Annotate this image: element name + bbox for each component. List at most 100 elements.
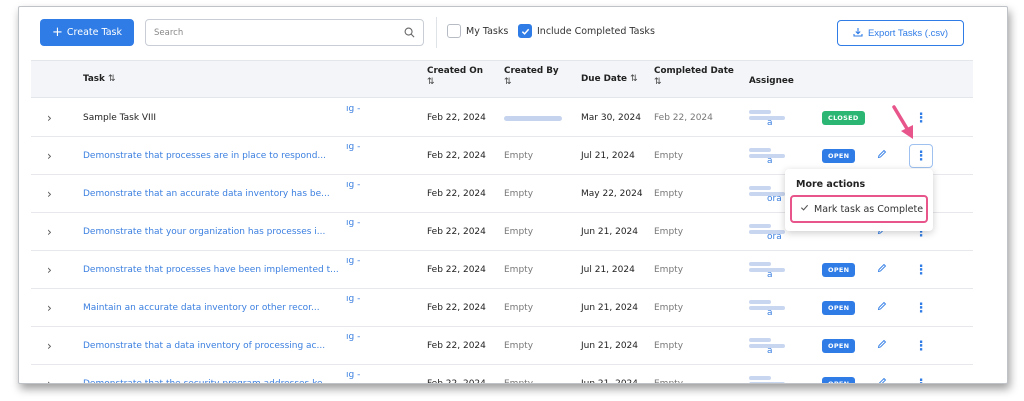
due-date-cell: Jul 21, 2024 [581, 265, 635, 275]
created-on-cell: Feb 22, 2024 [427, 265, 486, 275]
task-title-link[interactable]: Demonstrate that the security program ad… [83, 365, 338, 383]
due-date-cell: Jun 21, 2024 [581, 341, 639, 351]
create-task-button[interactable]: + Create Task [40, 19, 134, 46]
status-badge: CLOSED [822, 111, 865, 125]
table-row[interactable]: › Maintain an accurate data inventory or … [31, 289, 973, 327]
more-actions-menu: More actions Mark task as Complete [785, 169, 933, 231]
due-date-cell: Jun 21, 2024 [581, 227, 639, 237]
table-row[interactable]: › Demonstrate that the security program a… [31, 365, 973, 384]
edit-pencil-icon[interactable] [877, 149, 887, 162]
mark-complete-label: Mark task as Complete [814, 203, 924, 215]
plus-icon: + [52, 25, 63, 40]
task-title-link[interactable]: Demonstrate that processes have been imp… [83, 251, 338, 289]
expand-chevron-icon[interactable]: › [47, 251, 52, 289]
expand-chevron-icon[interactable]: › [47, 175, 52, 213]
status-badge: OPEN [822, 149, 856, 163]
sort-icon: ⇅ [504, 77, 512, 87]
expand-chevron-icon[interactable]: › [47, 99, 52, 137]
completed-date-cell: Empty [654, 189, 684, 199]
due-date-cell: Jun 21, 2024 [581, 379, 639, 384]
created-on-cell: Feb 22, 2024 [427, 227, 486, 237]
include-completed-label: Include Completed Tasks [537, 25, 655, 37]
sort-icon: ⇅ [427, 77, 435, 87]
more-actions-kebab-icon[interactable]: ⋮ [909, 144, 933, 168]
col-task[interactable]: Task ⇅ [83, 74, 116, 85]
expand-chevron-icon[interactable]: › [47, 365, 52, 383]
assignee-name-tail: a [767, 118, 773, 128]
col-due-date[interactable]: Due Date ⇅ [581, 74, 638, 85]
expand-chevron-icon[interactable]: › [47, 289, 52, 327]
expand-chevron-icon[interactable]: › [47, 213, 52, 251]
more-actions-kebab-icon[interactable]: ⋮ [909, 296, 933, 320]
status-badge: OPEN [822, 263, 856, 277]
created-by-cell: Empty [504, 265, 534, 275]
my-tasks-label: My Tasks [466, 25, 509, 37]
more-actions-kebab-icon[interactable]: ⋮ [909, 334, 933, 358]
edit-pencil-icon[interactable] [877, 339, 887, 352]
col-completed-date[interactable]: Completed Date ⇅ [654, 66, 734, 88]
truncated-text: ıg - [346, 180, 361, 190]
assignee-name-tail: ora [767, 194, 782, 204]
create-task-label: Create Task [66, 27, 122, 38]
menu-title: More actions [796, 179, 866, 190]
export-tasks-button[interactable]: Export Tasks (.csv) [837, 20, 964, 46]
truncated-text: ıg - [346, 142, 361, 152]
my-tasks-checkbox[interactable] [447, 24, 461, 38]
created-on-cell: Feb 22, 2024 [427, 379, 486, 384]
completed-date-cell: Empty [654, 227, 684, 237]
table-row[interactable]: › Demonstrate that a data inventory of pr… [31, 327, 973, 365]
created-on-cell: Feb 22, 2024 [427, 303, 486, 313]
more-actions-kebab-icon[interactable]: ⋮ [909, 372, 933, 384]
due-date-cell: Jun 21, 2024 [581, 303, 639, 313]
truncated-text: ıg - [346, 332, 361, 342]
created-by-cell: Empty [504, 379, 534, 384]
expand-chevron-icon[interactable]: › [47, 137, 52, 175]
created-by-cell: Empty [504, 341, 534, 351]
table-row[interactable]: › Sample Task VIII ıg - Feb 22, 2024 Mar 30,… [31, 99, 973, 137]
search-input[interactable]: Search [145, 19, 424, 46]
completed-date-cell: Empty [654, 341, 684, 351]
pointer-arrow-icon [892, 105, 913, 139]
status-badge: OPEN [822, 301, 856, 315]
task-title-link[interactable]: Demonstrate that an accurate data invent… [83, 175, 338, 213]
edit-pencil-icon[interactable] [877, 377, 887, 383]
truncated-text: ıg - [346, 294, 361, 304]
task-title-link[interactable]: Demonstrate that a data inventory of pro… [83, 327, 338, 365]
assignee-name-tail: a [767, 308, 773, 318]
truncated-text: ıg - [346, 218, 361, 228]
edit-pencil-icon[interactable] [877, 301, 887, 314]
col-created-on[interactable]: Created On ⇅ [427, 66, 483, 88]
assignee-name-tail: ora [767, 232, 782, 242]
created-by-cell: Empty [504, 151, 534, 161]
task-title-link[interactable]: Maintain an accurate data inventory or o… [83, 289, 338, 327]
mark-complete-menu-item[interactable]: Mark task as Complete [790, 195, 928, 223]
tasks-panel: + Create Task Search My Tasks Include Co… [18, 6, 1008, 384]
completed-date-cell: Empty [654, 151, 684, 161]
assignee-avatar-name: a [749, 108, 793, 128]
assignee-avatar-name: a [749, 298, 793, 318]
task-title-link[interactable]: Sample Task VIII [83, 99, 338, 137]
task-title-link[interactable]: Demonstrate that processes are in place … [83, 137, 338, 175]
assignee-avatar-name: a [749, 336, 793, 356]
include-completed-checkbox[interactable] [518, 24, 532, 38]
due-date-cell: Jul 21, 2024 [581, 151, 635, 161]
created-on-cell: Feb 22, 2024 [427, 341, 486, 351]
table-row[interactable]: › Demonstrate that processes have been im… [31, 251, 973, 289]
assignee-name-tail: a [767, 346, 773, 356]
col-created-by[interactable]: Created By ⇅ [504, 66, 559, 88]
expand-chevron-icon[interactable]: › [47, 327, 52, 365]
status-badge: OPEN [822, 339, 856, 353]
toolbar-divider [436, 17, 437, 48]
task-title-link[interactable]: Demonstrate that your organization has p… [83, 213, 338, 251]
my-tasks-filter[interactable]: My Tasks [447, 24, 508, 38]
check-icon [521, 28, 529, 35]
include-completed-filter[interactable]: Include Completed Tasks [518, 24, 655, 38]
completed-date-cell: Feb 22, 2024 [654, 113, 713, 123]
created-on-cell: Feb 22, 2024 [427, 113, 486, 123]
truncated-text: ıg - [346, 256, 361, 266]
edit-pencil-icon[interactable] [877, 263, 887, 276]
export-tasks-label: Export Tasks (.csv) [867, 27, 949, 39]
created-on-cell: Feb 22, 2024 [427, 151, 486, 161]
more-actions-kebab-icon[interactable]: ⋮ [909, 258, 933, 282]
col-assignee: Assignee [749, 76, 794, 86]
